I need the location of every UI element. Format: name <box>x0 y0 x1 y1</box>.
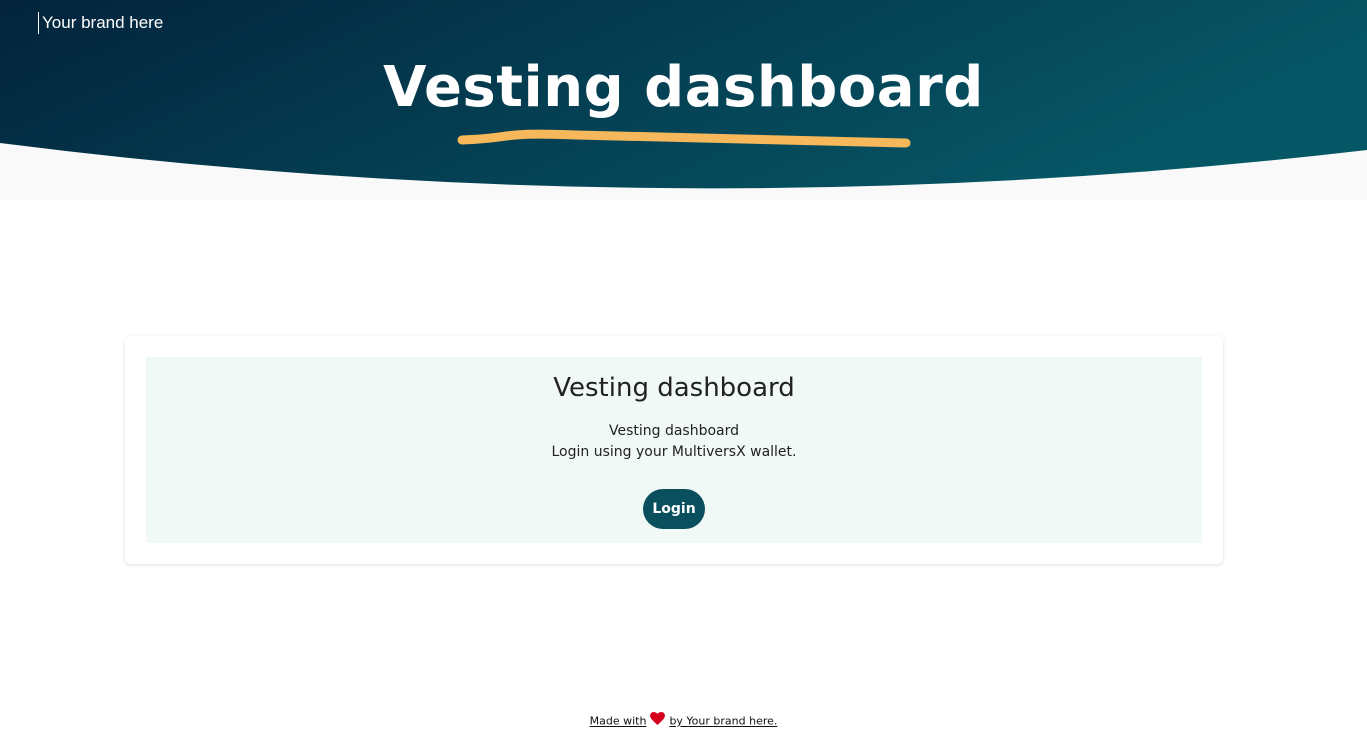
heart-icon <box>650 712 666 731</box>
title-underline <box>457 129 911 148</box>
card-description: Vesting dashboard Login using your Multi… <box>146 421 1202 463</box>
login-panel: Vesting dashboard Vesting dashboard Logi… <box>146 357 1202 543</box>
login-card: Vesting dashboard Vesting dashboard Logi… <box>125 336 1223 564</box>
page-title: Vesting dashboard <box>383 55 984 120</box>
footer: Made with by Your brand here. <box>0 712 1367 731</box>
card-instructions: Login using your MultiversX wallet. <box>551 444 797 460</box>
page: Your brand here Vesting dashboard Vestin… <box>0 0 1367 744</box>
card-title: Vesting dashboard <box>553 373 795 403</box>
hero-header: Your brand here Vesting dashboard <box>0 0 1367 200</box>
login-button[interactable]: Login <box>643 489 705 529</box>
card-subtitle: Vesting dashboard <box>608 423 740 439</box>
footer-made-with-link[interactable]: Made with <box>590 715 647 728</box>
brand-link[interactable]: Your brand here <box>38 12 163 34</box>
footer-brand-link[interactable]: by Your brand here. <box>669 715 777 728</box>
